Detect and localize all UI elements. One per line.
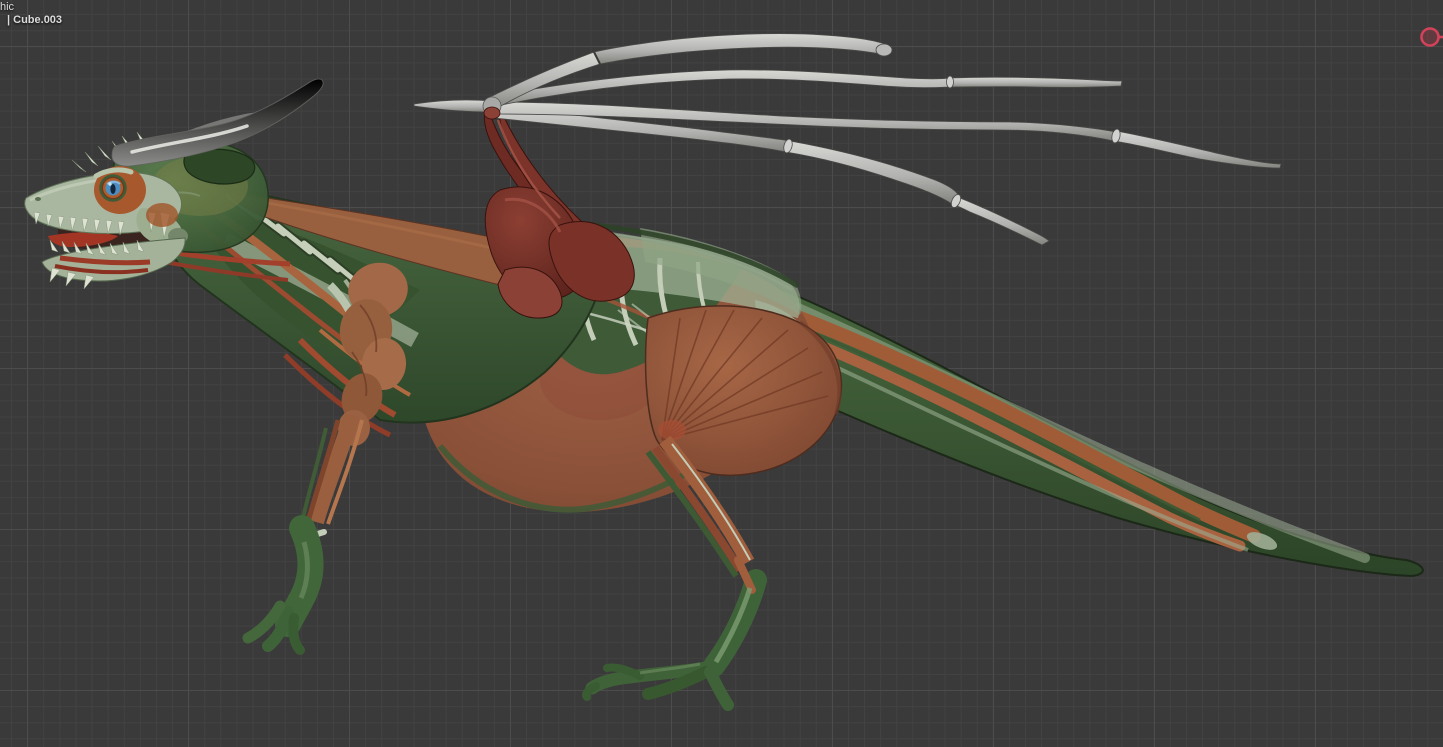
tail[interactable] bbox=[777, 288, 1423, 576]
3d-viewport[interactable]: hic | Cube.003 bbox=[0, 0, 1443, 747]
eye bbox=[100, 175, 126, 201]
wing-muscles[interactable] bbox=[485, 106, 635, 318]
x-axis-gizmo-icon[interactable] bbox=[1403, 0, 1443, 60]
screenshot-root: hic | Cube.003 bbox=[0, 0, 1443, 747]
dragon-anatomy-model[interactable] bbox=[0, 0, 1443, 747]
